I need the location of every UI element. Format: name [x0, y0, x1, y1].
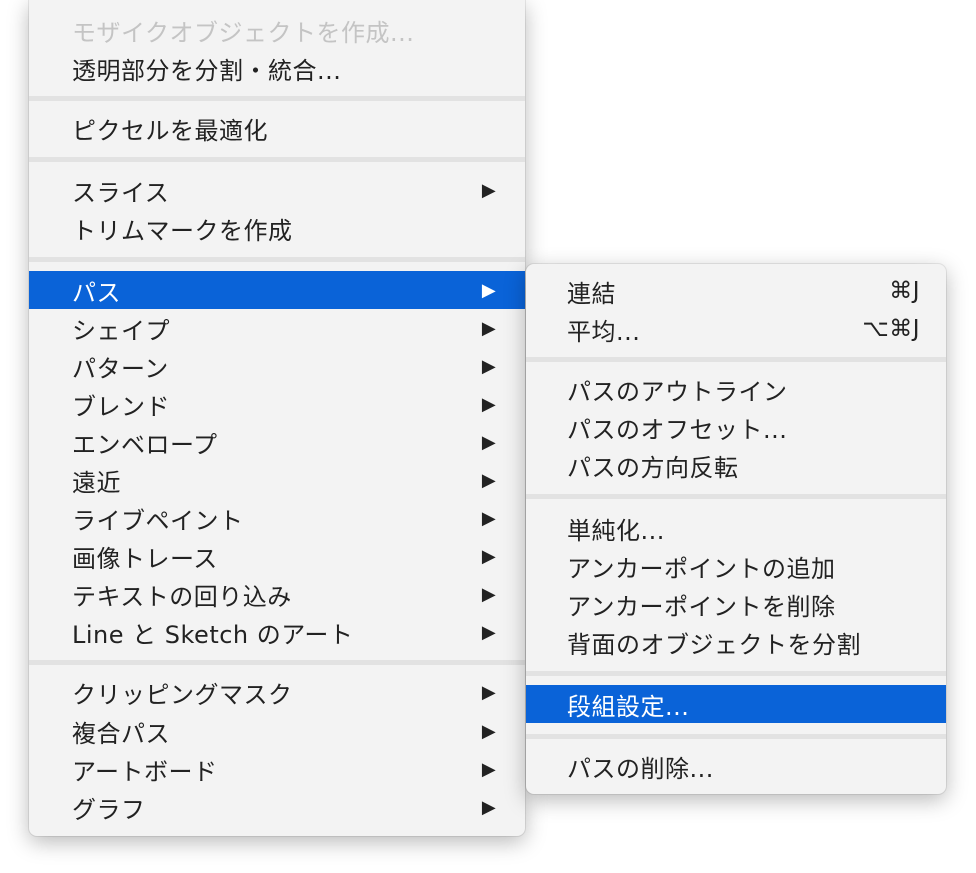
- menu-item-make-pixel-perfect[interactable]: ピクセルを最適化: [29, 109, 525, 147]
- submenu-arrow-icon: ▶: [481, 317, 497, 339]
- menu-item-label: パターン: [72, 354, 169, 383]
- menu-item-label: ブレンド: [72, 392, 170, 421]
- menu-item-divide-objects-below[interactable]: 背面のオブジェクトを分割: [526, 623, 946, 661]
- menu-item-shortcut: ⌥⌘J: [862, 316, 920, 342]
- menu-item-label: 連結: [567, 279, 616, 308]
- menu-item-label: 遠近: [72, 468, 121, 497]
- submenu-arrow-icon: ▶: [481, 758, 497, 780]
- menu-item-shortcut: ⌘J: [889, 278, 920, 304]
- menu-item-offset-path[interactable]: パスのオフセット...: [526, 408, 946, 446]
- menu-item-label: アンカーポイントを削除: [567, 592, 836, 621]
- menu-item-label: パスのオフセット...: [567, 415, 788, 444]
- menu-item-label: シェイプ: [72, 316, 170, 345]
- submenu-arrow-icon: ▶: [481, 720, 497, 742]
- submenu-arrow-icon: ▶: [481, 179, 497, 201]
- menu-item-outline-path[interactable]: パスのアウトライン: [526, 370, 946, 408]
- menu-item-simplify[interactable]: 単純化...: [526, 509, 946, 547]
- menu-item-perspective[interactable]: 遠近 ▶: [29, 461, 525, 499]
- menu-item-clean-up[interactable]: パスの削除...: [526, 747, 946, 785]
- menu-item-label: モザイクオブジェクトを作成...: [72, 18, 415, 47]
- object-menu: モザイクオブジェクトを作成... 透明部分を分割・統合... ピクセルを最適化 …: [29, 0, 525, 836]
- menu-item-clipping-mask[interactable]: クリッピングマスク ▶: [29, 673, 525, 711]
- menu-item-label: アンカーポイントの追加: [567, 554, 836, 583]
- submenu-arrow-icon: ▶: [481, 393, 497, 415]
- submenu-arrow-icon: ▶: [481, 431, 497, 453]
- menu-item-average[interactable]: 平均... ⌥⌘J: [526, 310, 946, 348]
- submenu-arrow-icon: ▶: [481, 681, 497, 703]
- menu-item-text-wrap[interactable]: テキストの回り込み ▶: [29, 575, 525, 613]
- menu-item-create-object-mosaic[interactable]: モザイクオブジェクトを作成...: [29, 11, 525, 49]
- menu-item-label: Line と Sketch のアート: [72, 620, 354, 649]
- menu-item-line-and-sketch-art[interactable]: Line と Sketch のアート ▶: [29, 613, 525, 651]
- menu-item-add-anchor-points[interactable]: アンカーポイントの追加: [526, 547, 946, 585]
- menu-item-label: ピクセルを最適化: [72, 116, 268, 145]
- menu-item-label: エンベロープ: [72, 430, 218, 459]
- submenu-arrow-icon: ▶: [481, 355, 497, 377]
- menu-item-label: 平均...: [567, 317, 641, 346]
- menu-item-pattern[interactable]: パターン ▶: [29, 347, 525, 385]
- menu-item-label: アートボード: [72, 757, 218, 786]
- menu-item-label: 段組設定...: [567, 692, 690, 721]
- menu-item-artboards[interactable]: アートボード ▶: [29, 750, 525, 788]
- submenu-arrow-icon: ▶: [481, 796, 497, 818]
- menu-item-label: パスの削除...: [567, 754, 714, 783]
- menu-item-label: 背面のオブジェクトを分割: [567, 630, 861, 659]
- menu-item-join[interactable]: 連結 ⌘J: [526, 272, 946, 310]
- menu-item-remove-anchor-points[interactable]: アンカーポイントを削除: [526, 585, 946, 623]
- menu-item-label: スライス: [72, 178, 170, 207]
- menu-item-label: 単純化...: [567, 516, 665, 545]
- submenu-arrow-icon: ▶: [481, 279, 497, 301]
- submenu-arrow-icon: ▶: [481, 545, 497, 567]
- menu-item-graph[interactable]: グラフ ▶: [29, 788, 525, 826]
- menu-item-label: 画像トレース: [72, 544, 218, 573]
- menu-item-path[interactable]: パス ▶: [29, 271, 525, 309]
- menu-item-label: パスのアウトライン: [567, 377, 788, 406]
- menu-item-label: パス: [72, 278, 121, 307]
- menu-item-label: テキストの回り込み: [72, 582, 292, 611]
- menu-item-label: ライブペイント: [72, 506, 244, 535]
- menu-item-image-trace[interactable]: 画像トレース ▶: [29, 537, 525, 575]
- path-submenu: 連結 ⌘J 平均... ⌥⌘J パスのアウトライン パスのオフセット... パス…: [526, 264, 946, 794]
- menu-item-slice[interactable]: スライス ▶: [29, 171, 525, 209]
- menu-separator: [29, 157, 525, 162]
- menu-item-label: トリムマークを作成: [72, 216, 293, 245]
- submenu-arrow-icon: ▶: [481, 621, 497, 643]
- menu-item-blend[interactable]: ブレンド ▶: [29, 385, 525, 423]
- menu-separator: [29, 257, 525, 262]
- menu-item-label: 複合パス: [72, 719, 170, 748]
- menu-item-label: クリッピングマスク: [72, 680, 293, 709]
- submenu-arrow-icon: ▶: [481, 583, 497, 605]
- menu-item-compound-path[interactable]: 複合パス ▶: [29, 712, 525, 750]
- menu-item-label: グラフ: [72, 795, 146, 824]
- menu-item-live-paint[interactable]: ライブペイント ▶: [29, 499, 525, 537]
- menu-item-label: パスの方向反転: [567, 453, 739, 482]
- menu-separator: [526, 734, 946, 739]
- menu-item-flatten-transparency[interactable]: 透明部分を分割・統合...: [29, 49, 525, 87]
- menu-item-shape[interactable]: シェイプ ▶: [29, 309, 525, 347]
- submenu-arrow-icon: ▶: [481, 469, 497, 491]
- menu-item-label: 透明部分を分割・統合...: [72, 56, 342, 85]
- menu-separator: [29, 96, 525, 101]
- menu-separator: [526, 357, 946, 362]
- menu-item-split-into-grid[interactable]: 段組設定...: [526, 685, 946, 723]
- menu-separator: [29, 660, 525, 665]
- submenu-arrow-icon: ▶: [481, 507, 497, 529]
- menu-item-reverse-path-direction[interactable]: パスの方向反転: [526, 446, 946, 484]
- menu-item-envelope[interactable]: エンベロープ ▶: [29, 423, 525, 461]
- menu-separator: [526, 671, 946, 676]
- menu-item-create-trim-marks[interactable]: トリムマークを作成: [29, 209, 525, 247]
- menu-separator: [526, 494, 946, 499]
